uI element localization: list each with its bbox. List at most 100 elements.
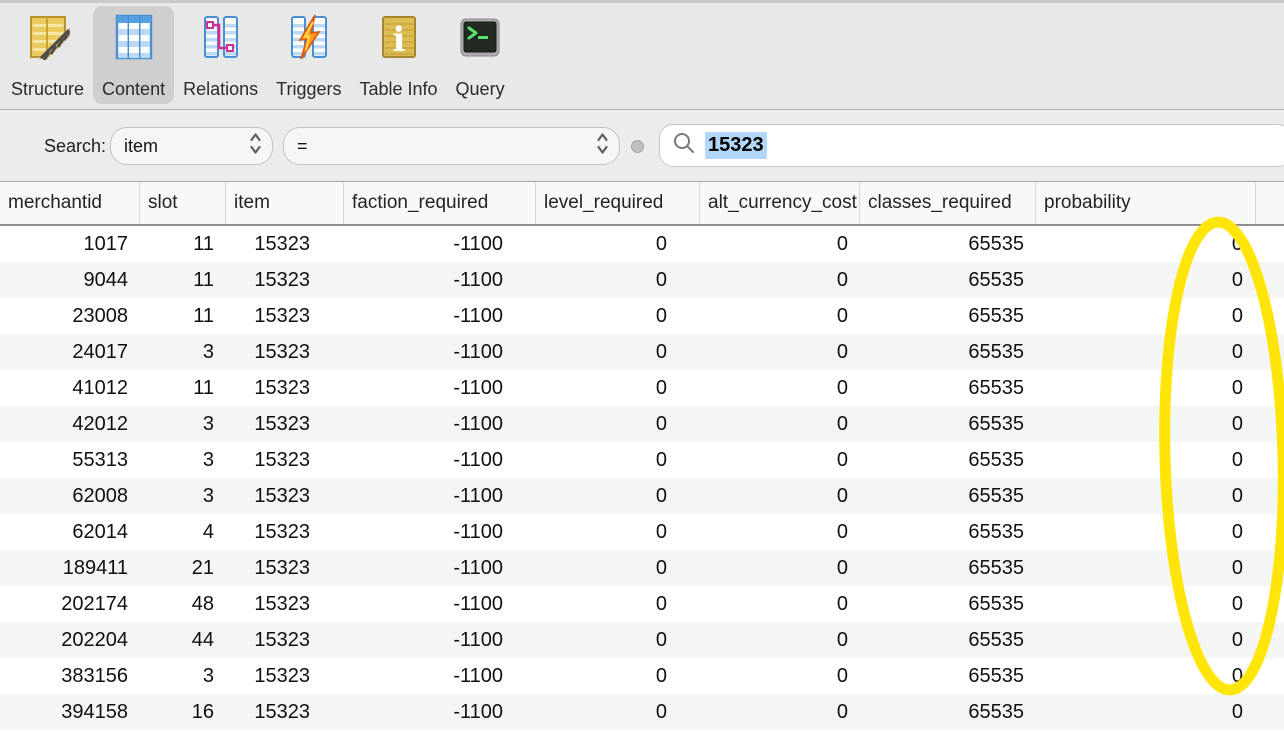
table-cell[interactable]: 15323: [226, 586, 344, 622]
table-cell[interactable]: 189411: [0, 550, 140, 586]
table-cell[interactable]: 11: [140, 226, 226, 262]
tab-triggers[interactable]: Triggers: [267, 6, 350, 104]
table-cell[interactable]: 11: [140, 262, 226, 298]
table-cell[interactable]: 65535: [860, 442, 1036, 478]
table-cell[interactable]: 24017: [0, 334, 140, 370]
table-cell[interactable]: 9044: [0, 262, 140, 298]
table-cell[interactable]: 0: [700, 658, 860, 694]
table-cell[interactable]: 0: [1036, 550, 1256, 586]
table-row[interactable]: 2022044415323-110000655350: [0, 622, 1284, 658]
column-header-slot[interactable]: slot: [140, 182, 226, 224]
table-row[interactable]: 2021744815323-110000655350: [0, 586, 1284, 622]
table-row[interactable]: 410121115323-110000655350: [0, 370, 1284, 406]
table-cell[interactable]: 0: [700, 694, 860, 730]
search-field-dropdown[interactable]: item: [110, 127, 273, 165]
table-cell[interactable]: 15323: [226, 550, 344, 586]
table-cell[interactable]: 0: [1036, 442, 1256, 478]
table-cell[interactable]: 15323: [226, 334, 344, 370]
table-cell[interactable]: 15323: [226, 694, 344, 730]
table-cell[interactable]: 15323: [226, 370, 344, 406]
table-cell[interactable]: 65535: [860, 226, 1036, 262]
column-header-merchantid[interactable]: merchantid: [0, 182, 140, 224]
table-cell[interactable]: 62008: [0, 478, 140, 514]
table-cell[interactable]: 48: [140, 586, 226, 622]
search-input[interactable]: 15323: [659, 124, 1284, 167]
table-cell[interactable]: 0: [700, 586, 860, 622]
table-cell[interactable]: 0: [700, 622, 860, 658]
table-row[interactable]: 62014415323-110000655350: [0, 514, 1284, 550]
table-row[interactable]: 3941581615323-110000655350: [0, 694, 1284, 730]
table-cell[interactable]: -1100: [344, 658, 536, 694]
table-cell[interactable]: 0: [536, 406, 700, 442]
table-cell[interactable]: 65535: [860, 622, 1036, 658]
table-cell[interactable]: 23008: [0, 298, 140, 334]
table-cell[interactable]: 65535: [860, 478, 1036, 514]
table-cell[interactable]: -1100: [344, 622, 536, 658]
table-cell[interactable]: 42012: [0, 406, 140, 442]
table-cell[interactable]: 0: [536, 226, 700, 262]
table-cell[interactable]: 65535: [860, 406, 1036, 442]
table-cell[interactable]: -1100: [344, 406, 536, 442]
table-cell[interactable]: 0: [1036, 478, 1256, 514]
table-cell[interactable]: -1100: [344, 370, 536, 406]
table-cell[interactable]: 15323: [226, 514, 344, 550]
table-cell[interactable]: 11: [140, 370, 226, 406]
table-cell[interactable]: 15323: [226, 442, 344, 478]
table-cell[interactable]: 65535: [860, 334, 1036, 370]
table-cell[interactable]: 0: [1036, 262, 1256, 298]
table-cell[interactable]: 0: [1036, 334, 1256, 370]
table-cell[interactable]: 3: [140, 442, 226, 478]
table-row[interactable]: 55313315323-110000655350: [0, 442, 1284, 478]
table-cell[interactable]: 0: [1036, 298, 1256, 334]
table-cell[interactable]: 0: [700, 442, 860, 478]
table-cell[interactable]: 0: [1036, 370, 1256, 406]
table-cell[interactable]: 15323: [226, 658, 344, 694]
table-cell[interactable]: 0: [700, 550, 860, 586]
table-cell[interactable]: -1100: [344, 478, 536, 514]
table-cell[interactable]: 41012: [0, 370, 140, 406]
column-header-faction_required[interactable]: faction_required: [344, 182, 536, 224]
table-cell[interactable]: 0: [700, 226, 860, 262]
table-cell[interactable]: 0: [536, 622, 700, 658]
table-cell[interactable]: -1100: [344, 226, 536, 262]
tab-content[interactable]: Content: [93, 6, 174, 104]
table-cell[interactable]: 0: [536, 370, 700, 406]
table-cell[interactable]: 0: [1036, 406, 1256, 442]
table-cell[interactable]: 16: [140, 694, 226, 730]
table-row[interactable]: 24017315323-110000655350: [0, 334, 1284, 370]
table-cell[interactable]: -1100: [344, 586, 536, 622]
table-cell[interactable]: 4: [140, 514, 226, 550]
table-cell[interactable]: 3: [140, 658, 226, 694]
table-row[interactable]: 383156315323-110000655350: [0, 658, 1284, 694]
table-cell[interactable]: 11: [140, 298, 226, 334]
table-cell[interactable]: 0: [536, 298, 700, 334]
table-cell[interactable]: 0: [536, 694, 700, 730]
table-row[interactable]: 90441115323-110000655350: [0, 262, 1284, 298]
table-cell[interactable]: 21: [140, 550, 226, 586]
table-cell[interactable]: 65535: [860, 694, 1036, 730]
table-cell[interactable]: 15323: [226, 406, 344, 442]
table-cell[interactable]: 0: [536, 550, 700, 586]
table-cell[interactable]: 3: [140, 406, 226, 442]
column-header-level_required[interactable]: level_required: [536, 182, 700, 224]
table-cell[interactable]: 3: [140, 334, 226, 370]
table-cell[interactable]: -1100: [344, 262, 536, 298]
table-cell[interactable]: 0: [1036, 622, 1256, 658]
table-cell[interactable]: -1100: [344, 694, 536, 730]
table-cell[interactable]: 0: [1036, 694, 1256, 730]
table-cell[interactable]: 0: [700, 262, 860, 298]
column-header-alt_currency_cost[interactable]: alt_currency_cost: [700, 182, 860, 224]
table-cell[interactable]: -1100: [344, 550, 536, 586]
table-cell[interactable]: 0: [700, 334, 860, 370]
table-cell[interactable]: 0: [536, 514, 700, 550]
table-cell[interactable]: 65535: [860, 262, 1036, 298]
table-cell[interactable]: 0: [1036, 514, 1256, 550]
table-cell[interactable]: 0: [536, 478, 700, 514]
table-cell[interactable]: -1100: [344, 442, 536, 478]
table-cell[interactable]: 0: [536, 442, 700, 478]
search-operator-dropdown[interactable]: =: [283, 127, 620, 165]
table-cell[interactable]: 62014: [0, 514, 140, 550]
column-header-classes_required[interactable]: classes_required: [860, 182, 1036, 224]
table-cell[interactable]: 0: [1036, 658, 1256, 694]
table-cell[interactable]: 0: [1036, 226, 1256, 262]
